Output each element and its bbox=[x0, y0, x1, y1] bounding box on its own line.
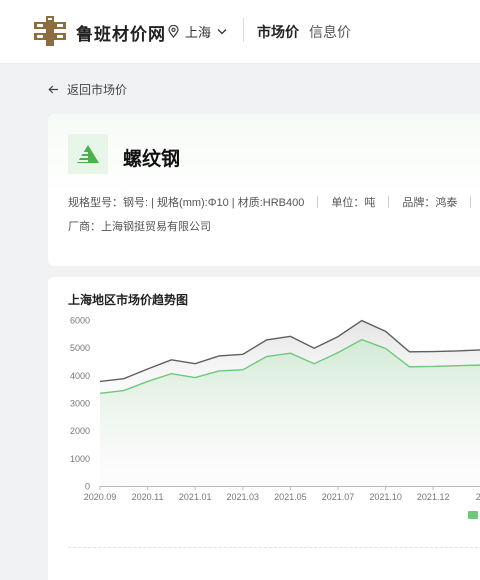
x-tick-label: 2021.07 bbox=[322, 492, 355, 502]
product-specs: 规格型号：钢号: | 规格(mm):Φ10 | 材质:HRB400 单位：吨 品… bbox=[68, 194, 480, 210]
y-tick-label: 4000 bbox=[70, 371, 90, 381]
top-bar: 鲁班材价网 上海 市场价 信息价 bbox=[0, 0, 480, 64]
price-trend-chart: 0 1000 2000 3000 4000 5000 6000 2020.09 2020.11 2… bbox=[70, 316, 480, 502]
x-tick-label: 2021.05 bbox=[274, 492, 307, 502]
nav-info-price[interactable]: 信息价 bbox=[309, 22, 351, 42]
spec-divider bbox=[388, 196, 390, 208]
back-link-label: 返回市场价 bbox=[67, 83, 128, 97]
rebar-icon bbox=[68, 134, 108, 174]
y-tick-label: 2000 bbox=[70, 426, 90, 436]
product-card: 螺纹钢 规格型号：钢号: | 规格(mm):Φ10 | 材质:HRB400 单位… bbox=[48, 114, 480, 266]
x-tick-label: 2021.10 bbox=[369, 492, 402, 502]
manufacturer: 厂商：上海钢挺贸易有限公司 bbox=[68, 221, 211, 233]
location-selector[interactable]: 上海 bbox=[168, 22, 227, 41]
y-tick-label: 0 bbox=[85, 482, 90, 492]
nav-divider bbox=[243, 18, 244, 42]
spec-model: 规格型号：钢号: | 规格(mm):Φ10 | 材质:HRB400 bbox=[68, 197, 305, 209]
location-label: 上海 bbox=[185, 25, 212, 40]
brand-name[interactable]: 鲁班材价网 bbox=[76, 20, 166, 45]
chart-title: 上海地区市场价趋势图 bbox=[68, 293, 189, 307]
arrow-left-icon bbox=[48, 85, 58, 94]
x-tick-label: 2020.09 bbox=[84, 492, 117, 502]
spec-divider bbox=[317, 196, 319, 208]
y-tick-label: 1000 bbox=[70, 454, 90, 464]
x-tick-label: 2021.03 bbox=[227, 492, 260, 502]
x-tick-label: 2020.11 bbox=[132, 492, 164, 502]
chart-card: 0 1000 2000 3000 4000 5000 6000 2020.09 2020.11 2… bbox=[48, 277, 480, 580]
y-tick-label: 3000 bbox=[70, 399, 90, 409]
y-tick-label: 5000 bbox=[70, 343, 90, 353]
nav-market-price[interactable]: 市场价 bbox=[257, 22, 299, 42]
logo-icon[interactable] bbox=[34, 16, 66, 46]
spec-unit: 单位：吨 bbox=[331, 197, 376, 209]
spec-brand: 品牌：鸿泰 bbox=[402, 197, 458, 209]
x-tick-label: 2021.01 bbox=[179, 492, 212, 502]
product-title: 螺纹钢 bbox=[123, 149, 181, 170]
x-tick-label: 2021.12 bbox=[417, 492, 450, 502]
spec-divider bbox=[470, 196, 472, 208]
back-link[interactable]: 返回市场价 bbox=[48, 81, 127, 98]
legend-swatch[interactable] bbox=[468, 511, 478, 519]
chevron-down-icon bbox=[217, 29, 227, 35]
x-tick-label: 20 bbox=[476, 492, 480, 502]
location-pin-icon bbox=[168, 25, 179, 38]
chart-separator bbox=[68, 547, 480, 548]
y-tick-label: 6000 bbox=[70, 316, 90, 326]
